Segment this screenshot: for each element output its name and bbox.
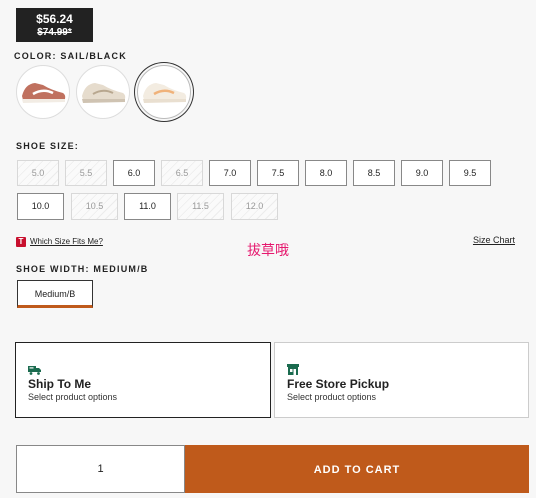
size-option-5-5[interactable]: 5.5 (65, 160, 107, 186)
size-option-8-0[interactable]: 8.0 (305, 160, 347, 186)
width-option-medium[interactable]: Medium/B (17, 280, 93, 308)
color-swatch-rust[interactable] (16, 65, 70, 119)
size-option-6-0[interactable]: 6.0 (113, 160, 155, 186)
quantity-input[interactable] (16, 445, 185, 493)
size-option-12-0[interactable]: 12.0 (231, 193, 278, 220)
price-box: $56.24 $74.99* (16, 8, 93, 42)
sneaker-sail-image (143, 83, 187, 103)
size-option-7-0[interactable]: 7.0 (209, 160, 251, 186)
shoe-size-label: SHOE SIZE: (16, 141, 80, 151)
store-pickup-subtitle: Select product options (287, 392, 377, 402)
original-price: $74.99* (37, 27, 72, 38)
store-pickup-option[interactable]: Free Store Pickup Select product options (274, 342, 529, 418)
color-swatch-sail-black[interactable] (137, 65, 191, 119)
size-option-10-0[interactable]: 10.0 (17, 193, 64, 220)
current-price: $56.24 (36, 12, 73, 26)
shoe-width-label: SHOE WIDTH: MEDIUM/B (16, 264, 149, 274)
fit-info-icon: T (16, 237, 26, 247)
which-size-fits-link[interactable]: Which Size Fits Me? (30, 237, 103, 246)
size-option-8-5[interactable]: 8.5 (353, 160, 395, 186)
store-pickup-title: Free Store Pickup (287, 377, 390, 391)
size-option-7-5[interactable]: 7.5 (257, 160, 299, 186)
ship-to-me-title: Ship To Me (28, 377, 92, 391)
color-swatch-cream[interactable] (76, 65, 130, 119)
size-option-5-0[interactable]: 5.0 (17, 160, 59, 186)
size-option-10-5[interactable]: 10.5 (71, 193, 118, 220)
ship-to-me-option[interactable]: Ship To Me Select product options (15, 342, 271, 418)
sneaker-rust-image (22, 83, 66, 103)
size-option-11-0[interactable]: 11.0 (124, 193, 171, 220)
overlay-text: 拔草哦 (247, 242, 289, 258)
add-to-cart-button[interactable]: ADD TO CART (185, 445, 529, 493)
size-option-9-0[interactable]: 9.0 (401, 160, 443, 186)
size-option-11-5[interactable]: 11.5 (177, 193, 224, 220)
size-chart-link[interactable]: Size Chart (473, 235, 515, 245)
size-option-9-5[interactable]: 9.5 (449, 160, 491, 186)
ship-to-me-subtitle: Select product options (28, 392, 118, 402)
sneaker-cream-image (82, 83, 126, 103)
size-option-6-5[interactable]: 6.5 (161, 160, 203, 186)
color-label: COLOR: SAIL/BLACK (14, 51, 127, 61)
